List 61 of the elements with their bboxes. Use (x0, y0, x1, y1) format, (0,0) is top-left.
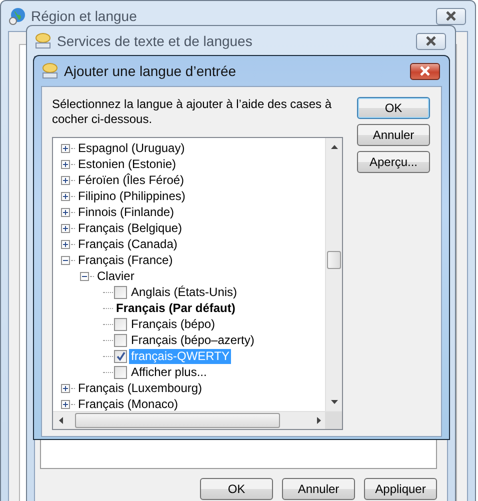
tree-item[interactable]: Espagnol (Uruguay) (76, 140, 187, 156)
expand-icon[interactable] (61, 400, 70, 408)
tree-item[interactable]: Français (France) (76, 252, 175, 268)
keyboard-icon (34, 32, 52, 50)
dialog-button[interactable]: Annuler (282, 478, 355, 500)
resize-corner (325, 412, 342, 429)
checkbox[interactable] (114, 286, 127, 298)
right-arrow-icon[interactable] (317, 417, 321, 424)
expand-icon[interactable] (61, 144, 70, 152)
tree-item[interactable]: Estonien (Estonie) (76, 156, 178, 172)
close-icon (419, 66, 431, 76)
vertical-scrollbar[interactable] (325, 138, 342, 411)
expand-icon[interactable] (61, 192, 70, 200)
language-tree[interactable] (52, 137, 343, 430)
window-title: Ajouter une langue d’entrée (64, 63, 238, 79)
expand-icon[interactable] (61, 224, 70, 232)
dialog-button[interactable]: Aperçu... (357, 151, 430, 173)
tree-item[interactable]: Clavier (95, 268, 136, 284)
dialog-button[interactable]: OK (200, 478, 273, 500)
window-title: Région et langue (31, 8, 138, 24)
close-button[interactable] (436, 8, 466, 24)
tree-item[interactable]: Anglais (États-Unis) (129, 284, 240, 300)
scrollbar-thumb[interactable] (327, 251, 341, 269)
close-icon (425, 36, 437, 46)
tree-item: Français (Par défaut) (115, 300, 236, 316)
globe-icon (8, 7, 26, 25)
collapse-icon[interactable] (80, 272, 89, 280)
window-title: Services de texte et de langues (57, 33, 254, 49)
dialog-button[interactable]: OK (357, 97, 430, 119)
checkbox[interactable] (114, 366, 127, 378)
tree-item[interactable]: Français (Canada) (76, 236, 180, 252)
collapse-icon[interactable] (61, 256, 70, 264)
close-button[interactable] (416, 32, 446, 50)
instruction-text: Sélectionnez la langue à ajouter à l’aide des cases à cocher ci-dessous. (52, 97, 332, 127)
tree-item[interactable]: Finnois (Finlande) (76, 204, 176, 220)
left-arrow-icon[interactable] (59, 417, 63, 424)
up-arrow-icon[interactable] (330, 145, 338, 149)
tree-item[interactable]: Français (Luxembourg) (76, 380, 204, 396)
expand-icon[interactable] (61, 240, 70, 248)
down-arrow-icon[interactable] (330, 400, 338, 404)
expand-icon[interactable] (61, 208, 70, 216)
checkbox[interactable] (114, 318, 127, 330)
expand-icon[interactable] (61, 176, 70, 184)
scrollbar-thumb[interactable] (75, 413, 280, 428)
tree-item[interactable]: Filipino (Philippines) (76, 188, 188, 204)
dialog-button[interactable]: Annuler (357, 124, 430, 146)
checkbox[interactable] (114, 334, 127, 346)
expand-icon[interactable] (61, 160, 70, 168)
checkbox[interactable] (114, 350, 127, 362)
horizontal-scrollbar[interactable] (53, 411, 342, 429)
tree-item[interactable]: Français (Monaco) (76, 396, 180, 411)
tree-item[interactable]: Féroïen (Îles Féroé) (76, 172, 186, 188)
tree-item[interactable]: Afficher plus... (129, 364, 209, 380)
tree-item[interactable]: Français (Belgique) (76, 220, 184, 236)
tree-item[interactable]: Français (bépo–azerty) (129, 332, 256, 348)
close-icon (445, 11, 457, 21)
close-button[interactable] (410, 62, 440, 80)
dialog-button[interactable]: Appliquer (364, 478, 437, 500)
expand-icon[interactable] (61, 384, 70, 392)
tree-item[interactable]: Français (bépo) (129, 316, 218, 332)
keyboard-icon (41, 62, 59, 80)
